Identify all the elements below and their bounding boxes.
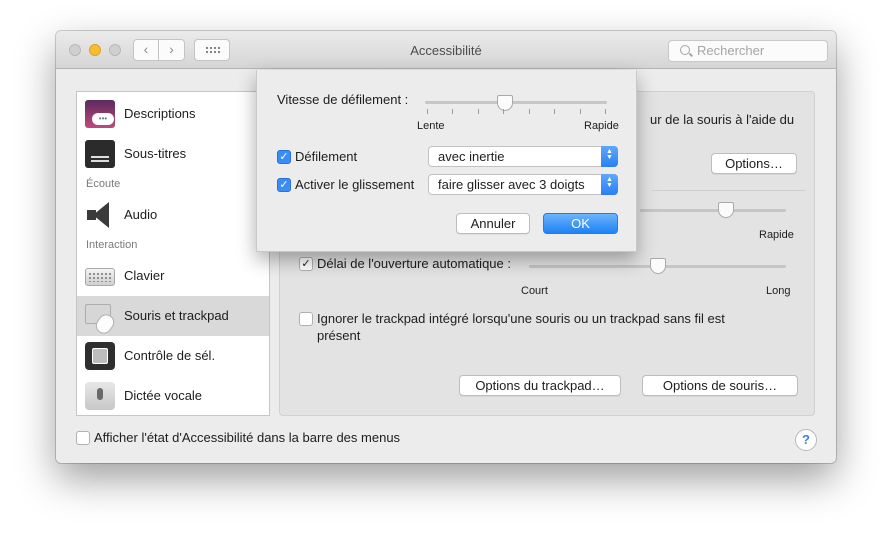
- scroll-speed-max-label: Rapide: [584, 120, 619, 132]
- select-arrows-icon: ▲ ▼: [601, 174, 618, 195]
- options-button[interactable]: Options…: [711, 153, 797, 174]
- scroll-speed-slider-track[interactable]: [425, 101, 607, 104]
- slider-tick: [579, 109, 581, 114]
- scroll-options-sheet: Vitesse de défilement : Lente Rapide ✓ D…: [256, 70, 637, 252]
- slider-tick: [605, 109, 606, 114]
- show-status-checkbox[interactable]: [76, 431, 90, 445]
- switch-control-icon: [85, 342, 115, 370]
- mouse-trackpad-icon: [85, 302, 115, 330]
- sidebar-item-label: Souris et trackpad: [124, 308, 229, 323]
- spring-loading-checkbox[interactable]: ✓: [299, 257, 313, 271]
- sidebar-category-ecoute: Écoute: [86, 178, 121, 190]
- speaker-icon: [85, 201, 115, 229]
- show-status-label: Afficher l'état d'Accessibilité dans la …: [94, 430, 401, 445]
- scrolling-inertia-value: avec inertie: [438, 149, 505, 164]
- spring-loading-label: Délai de l'ouverture automatique :: [317, 256, 511, 271]
- ignore-trackpad-checkbox[interactable]: [299, 312, 313, 326]
- subtitles-icon: [85, 140, 115, 168]
- mouse-options-button[interactable]: Options de souris…: [642, 375, 798, 396]
- microphone-icon: [85, 382, 115, 410]
- sidebar-category-interaction: Interaction: [86, 239, 138, 251]
- scroll-speed-label: Vitesse de défilement :: [277, 92, 409, 107]
- search-placeholder: Rechercher: [697, 43, 765, 58]
- scrolling-label: Défilement: [295, 149, 358, 164]
- title-bar: ‹ › Accessibilité Rechercher: [56, 31, 836, 69]
- partial-description: ur de la souris à l'aide du: [650, 112, 795, 127]
- sidebar-item-label: Clavier: [124, 268, 165, 283]
- sidebar-item-mouse-trackpad[interactable]: Souris et trackpad: [77, 296, 269, 336]
- sidebar-item-subtitles[interactable]: Sous-titres: [77, 134, 269, 174]
- keyboard-icon: [85, 268, 115, 286]
- scroll-speed-slider-thumb[interactable]: [497, 95, 514, 111]
- spring-max-label: Long: [766, 285, 791, 297]
- sidebar-item-switch-control[interactable]: Contrôle de sél.: [77, 336, 269, 376]
- sidebar-item-label: Contrôle de sél.: [124, 348, 216, 363]
- slider-tick: [477, 109, 479, 114]
- help-button[interactable]: ?: [795, 429, 817, 451]
- scrolling-checkbox[interactable]: ✓: [277, 150, 291, 164]
- sidebar-item-descriptions[interactable]: Descriptions: [77, 94, 269, 134]
- dragging-style-select[interactable]: faire glisser avec 3 doigts ▲ ▼: [428, 174, 618, 195]
- speed-max-label: Rapide: [759, 229, 794, 241]
- divider: [652, 190, 806, 191]
- sidebar-item-label: Descriptions: [124, 106, 196, 121]
- sidebar-item-label: Sous-titres: [124, 146, 187, 161]
- dragging-label: Activer le glissement: [295, 177, 415, 192]
- spring-delay-slider-thumb[interactable]: [649, 258, 666, 274]
- dragging-style-value: faire glisser avec 3 doigts: [438, 177, 585, 192]
- slider-tick: [452, 109, 454, 114]
- ignore-trackpad-label-line2: présent: [317, 328, 361, 343]
- search-input[interactable]: Rechercher: [668, 40, 828, 62]
- sidebar-item-dictation[interactable]: Dictée vocale: [77, 376, 269, 416]
- ok-button[interactable]: OK: [543, 213, 618, 234]
- trackpad-options-button[interactable]: Options du trackpad…: [459, 375, 621, 396]
- sidebar-item-label: Audio: [124, 207, 158, 222]
- spring-min-label: Court: [521, 285, 548, 297]
- slider-tick: [427, 109, 428, 114]
- speed-slider-thumb[interactable]: [718, 202, 735, 218]
- scroll-speed-min-label: Lente: [417, 120, 445, 132]
- sidebar: Descriptions Sous-titres Écoute Audio In…: [76, 91, 270, 416]
- select-arrows-icon: ▲ ▼: [601, 146, 618, 167]
- sidebar-item-label: Dictée vocale: [124, 388, 203, 403]
- slider-tick: [528, 109, 530, 114]
- descriptions-icon: [85, 100, 115, 128]
- sidebar-item-audio[interactable]: Audio: [77, 195, 269, 235]
- cancel-button[interactable]: Annuler: [456, 213, 530, 234]
- dragging-checkbox[interactable]: ✓: [277, 178, 291, 192]
- slider-tick: [503, 109, 505, 114]
- search-icon: [680, 45, 690, 55]
- sidebar-item-keyboard[interactable]: Clavier: [77, 256, 269, 296]
- slider-tick: [554, 109, 556, 114]
- ignore-trackpad-label-line1: Ignorer le trackpad intégré lorsqu'une s…: [317, 311, 725, 326]
- speed-slider-track[interactable]: [640, 209, 786, 212]
- scrolling-inertia-select[interactable]: avec inertie ▲ ▼: [428, 146, 618, 167]
